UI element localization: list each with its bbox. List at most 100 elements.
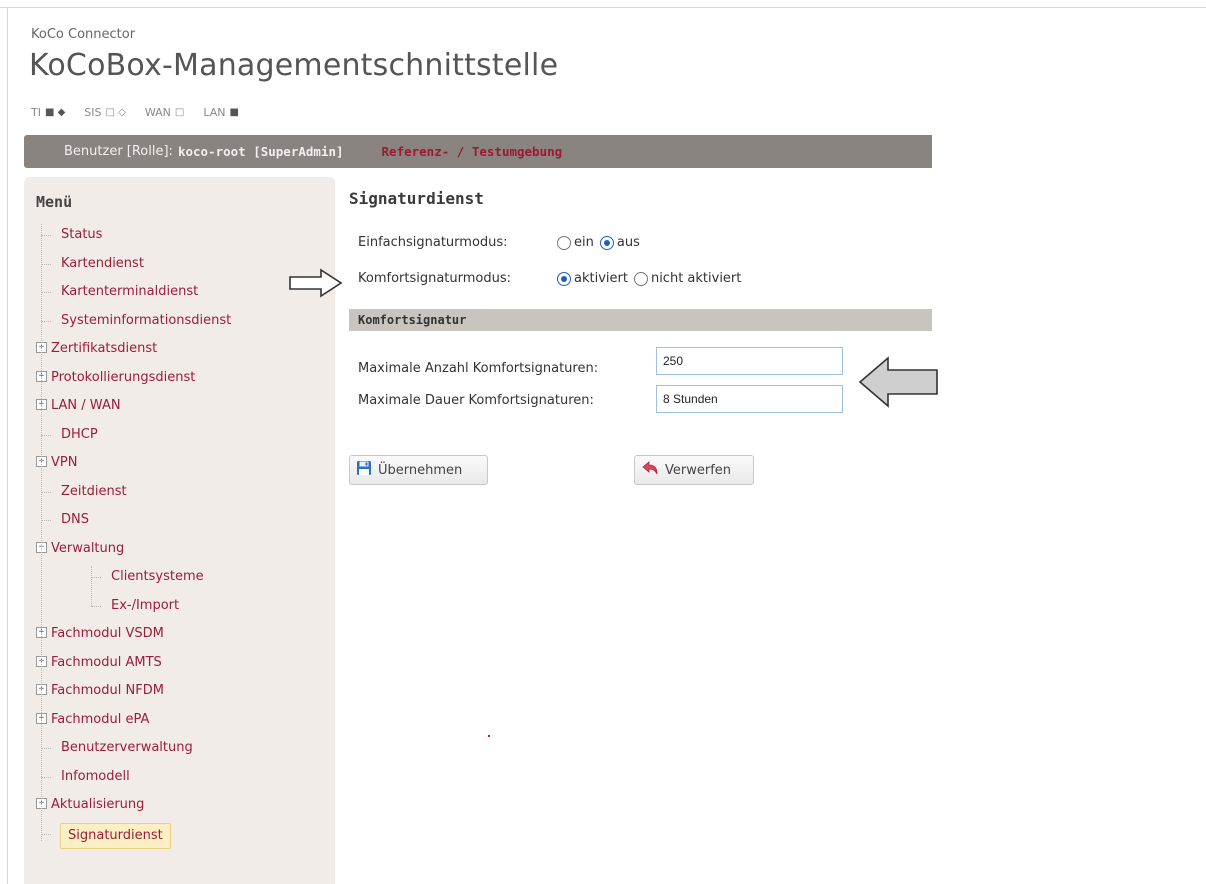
komfort-option-nicht-aktiviert[interactable]: nicht aktiviert xyxy=(633,271,742,286)
komfort-radio-nicht-aktiviert[interactable] xyxy=(633,271,648,286)
apply-button[interactable]: Übernehmen xyxy=(349,455,488,485)
einfach-option-aus[interactable]: aus xyxy=(599,235,640,250)
sidebar-item-dhcp[interactable]: DHCP xyxy=(61,424,98,446)
einfach-option-ein-label: ein xyxy=(574,235,594,250)
komfort-radio-aktiviert[interactable] xyxy=(557,271,571,286)
sidebar-item-benutzerverwaltung[interactable]: Benutzerverwaltung xyxy=(61,737,193,759)
komfort-option-aktiviert[interactable]: aktiviert xyxy=(557,271,628,286)
sidebar-item-zeitdienst[interactable]: Zeitdienst xyxy=(61,481,127,503)
sidebar-item-lan-wan[interactable]: + LAN / WAN xyxy=(36,395,121,417)
sidebar-item-infomodell[interactable]: Infomodell xyxy=(61,766,130,788)
sidebar-item-label: Verwaltung xyxy=(51,540,125,556)
user-bar: Benutzer [Rolle]: koco-root [SuperAdmin]… xyxy=(24,135,932,168)
komfort-option-nicht-aktiviert-label: nicht aktiviert xyxy=(650,271,742,286)
status-lan-icon: ■ xyxy=(229,107,239,118)
tree-connector xyxy=(41,292,51,293)
sidebar-item-label: Fachmodul ePA xyxy=(51,711,150,727)
app-subtitle: KoCo Connector xyxy=(31,27,136,42)
sidebar-item-label: Zeitdienst xyxy=(61,483,127,499)
status-sis-icon: □ ◇ xyxy=(105,107,126,118)
sidebar-item-label: Kartendienst xyxy=(61,255,144,271)
sidebar-item-aktualisierung[interactable]: + Aktualisierung xyxy=(36,794,144,816)
sidebar-item-verwaltung[interactable]: − Verwaltung xyxy=(36,538,124,560)
status-lan: LAN ■ xyxy=(203,106,244,119)
tree-connector xyxy=(41,833,51,835)
einfach-radio-aus[interactable] xyxy=(599,235,614,250)
window-border-top xyxy=(0,7,1206,8)
tree-connector xyxy=(91,605,101,607)
einfach-option-aus-label: aus xyxy=(616,235,640,250)
sidebar-item-protokollierungsdienst[interactable]: + Protokollierungsdienst xyxy=(36,367,195,389)
tree-connector xyxy=(41,434,51,436)
max-dauer-label: Maximale Dauer Komfortsignaturen: xyxy=(358,393,594,408)
sidebar-item-label: Benutzerverwaltung xyxy=(61,740,193,755)
sidebar-item-label: Fachmodul NFDM xyxy=(51,683,164,698)
save-disk-icon xyxy=(356,460,372,480)
user-name: koco-root [SuperAdmin] xyxy=(177,144,344,159)
tree-connector xyxy=(41,491,51,493)
tree-connector xyxy=(91,577,101,578)
tree-connector xyxy=(41,320,51,322)
status-ti-icon: ■ ◆ xyxy=(44,107,66,118)
status-wan: WAN □ xyxy=(145,106,189,119)
sidebar-item-label: Systeminformationsdienst xyxy=(61,312,232,328)
sidebar-item-systeminformationsdienst[interactable]: Systeminformationsdienst xyxy=(61,310,231,332)
sidebar-item-fachmodul-epa[interactable]: + Fachmodul ePA xyxy=(36,709,149,731)
max-dauer-input[interactable]: 8 Stunden xyxy=(656,385,843,413)
tree-connector xyxy=(41,520,51,521)
status-ti: TI ■ ◆ xyxy=(31,106,70,119)
user-role-label: Benutzer [Rolle]: xyxy=(64,144,173,159)
sidebar-item-status[interactable]: Status xyxy=(61,224,102,246)
sidebar-item-clientsysteme[interactable]: Clientsysteme xyxy=(111,566,204,588)
sidebar-item-signaturdienst[interactable]: Signaturdienst xyxy=(60,822,171,849)
einfachsignatur-row: Einfachsignaturmodus: ein aus xyxy=(358,235,646,250)
tree-line xyxy=(41,224,42,841)
discard-button-label: Verwerfen xyxy=(665,462,732,478)
callout-arrow-left-icon xyxy=(858,356,940,412)
menu-title: Menü xyxy=(36,193,73,211)
sidebar-item-label: Clientsysteme xyxy=(111,569,204,584)
komfortsignatur-label: Komfortsignaturmodus: xyxy=(358,271,512,286)
sidebar-item-kartenterminaldienst[interactable]: Kartenterminaldienst xyxy=(61,281,198,303)
stray-dot xyxy=(488,735,490,737)
apply-button-label: Übernehmen xyxy=(378,462,463,478)
sidebar-item-kartendienst[interactable]: Kartendienst xyxy=(61,253,144,275)
environment-label: Referenz- / Testumgebung xyxy=(381,144,563,159)
sidebar-item-label: Kartenterminaldienst xyxy=(61,284,199,299)
sidebar-item-label: Signaturdienst xyxy=(60,822,171,849)
tree-connector xyxy=(41,776,51,778)
undo-arrow-icon xyxy=(641,460,659,480)
status-label: SIS xyxy=(84,106,102,119)
sidebar-item-fachmodul-amts[interactable]: + Fachmodul AMTS xyxy=(36,652,162,674)
callout-arrow-right-icon xyxy=(289,268,343,302)
sidebar-item-vpn[interactable]: + VPN xyxy=(36,452,77,474)
status-label: LAN xyxy=(203,106,226,119)
sidebar-item-label: DHCP xyxy=(61,426,98,442)
sidebar-item-label: Fachmodul VSDM xyxy=(51,626,164,641)
tree-connector xyxy=(41,235,51,236)
status-indicators: TI ■ ◆ SIS □ ◇ WAN □ LAN ■ xyxy=(31,106,258,119)
einfach-radio-ein[interactable] xyxy=(557,235,571,250)
sidebar-item-fachmodul-vsdm[interactable]: + Fachmodul VSDM xyxy=(36,623,164,645)
komfortsignatur-row: Komfortsignaturmodus: aktiviert nicht ak… xyxy=(358,271,747,286)
sidebar-item-zertifikatsdienst[interactable]: + Zertifikatsdienst xyxy=(36,338,157,360)
tree-line-sub xyxy=(91,566,92,606)
window-border-left xyxy=(7,7,8,884)
discard-button[interactable]: Verwerfen xyxy=(634,455,754,485)
komfortsignatur-group-header: Komfortsignatur xyxy=(349,309,932,331)
sidebar-item-label: Status xyxy=(61,227,103,242)
sidebar-item-ex-import[interactable]: Ex-/Import xyxy=(111,595,179,617)
max-anzahl-label: Maximale Anzahl Komfortsignaturen: xyxy=(358,361,599,376)
einfach-option-ein[interactable]: ein xyxy=(557,235,594,250)
sidebar-item-label: Protokollierungsdienst xyxy=(51,369,196,385)
sidebar-item-label: DNS xyxy=(61,512,89,527)
status-sis: SIS □ ◇ xyxy=(84,106,131,119)
sidebar-item-fachmodul-nfdm[interactable]: + Fachmodul NFDM xyxy=(36,680,164,702)
sidebar-item-dns[interactable]: DNS xyxy=(61,509,89,531)
app-title: KoCoBox-Managementschnittstelle xyxy=(29,48,559,83)
sidebar-item-label: Fachmodul AMTS xyxy=(51,654,162,670)
max-anzahl-input[interactable]: 250 xyxy=(656,347,843,375)
sidebar-item-label: Infomodell xyxy=(61,768,130,784)
sidebar-item-label: LAN / WAN xyxy=(51,398,121,413)
sidebar-item-label: VPN xyxy=(51,455,78,470)
